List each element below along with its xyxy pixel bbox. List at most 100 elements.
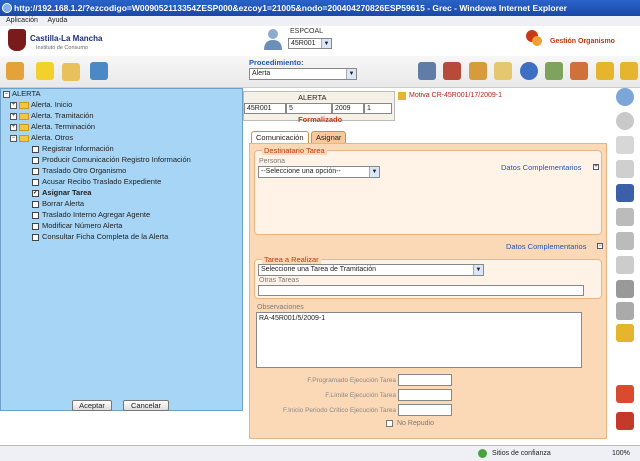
fecha-programado-input[interactable]: [398, 374, 452, 386]
menu-ayuda[interactable]: Ayuda: [47, 17, 67, 24]
folder-open-icon: [19, 134, 29, 142]
collapse-icon[interactable]: −: [3, 90, 10, 98]
persona-select[interactable]: --Seleccione una opción-- ▼: [258, 166, 380, 178]
checkbox[interactable]: [32, 233, 39, 241]
clip-icon[interactable]: [616, 232, 634, 250]
tree-folder-label: Alerta. Inicio: [31, 100, 73, 109]
alerta-field-anio[interactable]: 2009: [332, 103, 364, 114]
collapse-icon[interactable]: −: [597, 243, 603, 249]
tree-item-label: Acusar Recibo Traslado Expediente: [42, 177, 162, 186]
tree-item-borrar[interactable]: Borrar Alerta: [32, 198, 84, 209]
tree-folder-label: Alerta. Tramitación: [31, 111, 94, 120]
alerta-title: ALERTA: [298, 93, 327, 102]
tree-item-consultar[interactable]: Consultar Ficha Completa de la Alerta: [32, 231, 168, 242]
fecha-limite-input[interactable]: [398, 389, 452, 401]
tools-icon[interactable]: [6, 62, 24, 80]
zoom-level[interactable]: 100%: [612, 446, 630, 461]
exit-icon[interactable]: [616, 412, 634, 430]
otras-tareas-input[interactable]: [258, 285, 584, 296]
status-badge: Formalizado: [298, 115, 343, 124]
tree-item-registrar[interactable]: Registrar Información: [32, 143, 114, 154]
checkbox[interactable]: [32, 156, 39, 164]
tree-folder-tramitacion[interactable]: + Alerta. Tramitación: [10, 110, 94, 121]
motiva-link[interactable]: Motiva CR-45R001/17/2009-1: [409, 92, 502, 99]
datos-complementarios-link[interactable]: Datos Complementarios: [501, 163, 581, 172]
cut-icon[interactable]: [616, 208, 634, 226]
fecha-inicio-input[interactable]: [398, 404, 452, 416]
tab-comunicacion[interactable]: Comunicación: [251, 131, 309, 143]
procedimiento-select[interactable]: Alerta ▼: [249, 68, 357, 80]
print-icon[interactable]: [616, 302, 634, 320]
tree-item-acusar[interactable]: Acusar Recibo Traslado Expediente: [32, 176, 161, 187]
search-icon[interactable]: [616, 88, 634, 106]
tarea-select[interactable]: Seleccione una Tarea de Tramitación ▼: [258, 264, 484, 276]
chevron-down-icon: ▼: [321, 39, 331, 48]
menu-bar: Aplicación Ayuda: [0, 16, 640, 26]
pages-icon[interactable]: [616, 160, 634, 178]
books-icon[interactable]: [443, 62, 461, 80]
laptop-icon[interactable]: [418, 62, 436, 80]
otras-tareas-label: Otras Tareas: [259, 277, 299, 284]
expand-icon[interactable]: +: [10, 123, 17, 131]
tree-item-label: Traslado Interno Agregar Agente: [42, 210, 151, 219]
gestion-link[interactable]: Gestión Organismo: [550, 38, 615, 45]
checkbox[interactable]: [32, 167, 39, 175]
checkbox[interactable]: [32, 211, 39, 219]
tree-folder-inicio[interactable]: + Alerta. Inicio: [10, 99, 72, 110]
tree-folder-otros[interactable]: − Alerta. Otros: [10, 132, 73, 143]
no-repudio-checkbox[interactable]: [386, 420, 393, 427]
checkbox-checked[interactable]: ✓: [32, 189, 39, 197]
computer-icon[interactable]: [90, 62, 108, 80]
note-icon[interactable]: [494, 62, 512, 80]
settings-icon[interactable]: [596, 62, 614, 80]
expand-icon[interactable]: +: [10, 112, 17, 120]
datos-complementarios-link-2[interactable]: Datos Complementarios: [506, 242, 586, 251]
tree-item-asignar[interactable]: ✓ Asignar Tarea: [32, 187, 91, 198]
tree-item-label: Producir Comunicación Registro Informaci…: [42, 155, 191, 164]
user-name: ESPCOAL: [290, 28, 324, 35]
globe-icon[interactable]: [520, 62, 538, 80]
user-select[interactable]: 45R001 ▼: [288, 38, 332, 49]
tree-folder-terminacion[interactable]: + Alerta. Terminación: [10, 121, 95, 132]
expand-icon[interactable]: +: [593, 164, 599, 170]
settings-gear-icon[interactable]: [616, 324, 634, 342]
alerta-field-version[interactable]: 1: [364, 103, 392, 114]
gear-icon[interactable]: [620, 62, 638, 80]
list-icon[interactable]: [616, 256, 634, 274]
tree-root-label: ALERTA: [12, 89, 41, 98]
checkbox[interactable]: [32, 200, 39, 208]
document-icon[interactable]: [616, 136, 634, 154]
accept-button[interactable]: Aceptar: [72, 400, 112, 411]
tree-item-traslado-otro[interactable]: Traslado Otro Organismo: [32, 165, 126, 176]
collapse-icon[interactable]: −: [10, 134, 17, 142]
delete-icon[interactable]: [616, 385, 634, 403]
chart-icon[interactable]: [545, 62, 563, 80]
box-icon[interactable]: [469, 62, 487, 80]
back-icon[interactable]: [616, 112, 634, 130]
tree-item-producir[interactable]: Producir Comunicación Registro Informaci…: [32, 154, 191, 165]
tree-item-modificar[interactable]: Modificar Número Alerta: [32, 220, 122, 231]
alerta-field-organismo[interactable]: 45R001: [244, 103, 286, 114]
gestion-icon[interactable]: [524, 28, 544, 48]
security-zone: Sitios de confianza: [492, 450, 551, 457]
archive-icon[interactable]: [616, 280, 634, 298]
save-icon[interactable]: [616, 184, 634, 202]
checkbox[interactable]: [32, 178, 39, 186]
tab-asignar[interactable]: Asignar: [311, 131, 347, 143]
cancel-button[interactable]: Cancelar: [123, 400, 169, 411]
observaciones-textarea[interactable]: RA-45R001/5/2009-1: [256, 312, 582, 368]
tree-root[interactable]: − ALERTA: [3, 88, 40, 99]
network-icon[interactable]: [570, 62, 588, 80]
menu-aplicacion[interactable]: Aplicación: [6, 17, 38, 24]
checkbox[interactable]: [32, 145, 39, 153]
tree-folder-label: Alerta. Otros: [31, 133, 74, 142]
checkbox[interactable]: [32, 222, 39, 230]
folder-flag-icon[interactable]: [36, 62, 54, 80]
tree-item-traslado-interno[interactable]: Traslado Interno Agregar Agente: [32, 209, 150, 220]
folder-icon: [19, 101, 29, 109]
expand-icon[interactable]: +: [10, 101, 17, 109]
fecha-inicio-label: F.Inicio Periodo Crítico Ejecución Tarea: [283, 407, 396, 414]
alerta-field-numero[interactable]: 5: [286, 103, 332, 114]
tree-item-label: Borrar Alerta: [42, 199, 85, 208]
folder-icon[interactable]: [62, 63, 80, 81]
